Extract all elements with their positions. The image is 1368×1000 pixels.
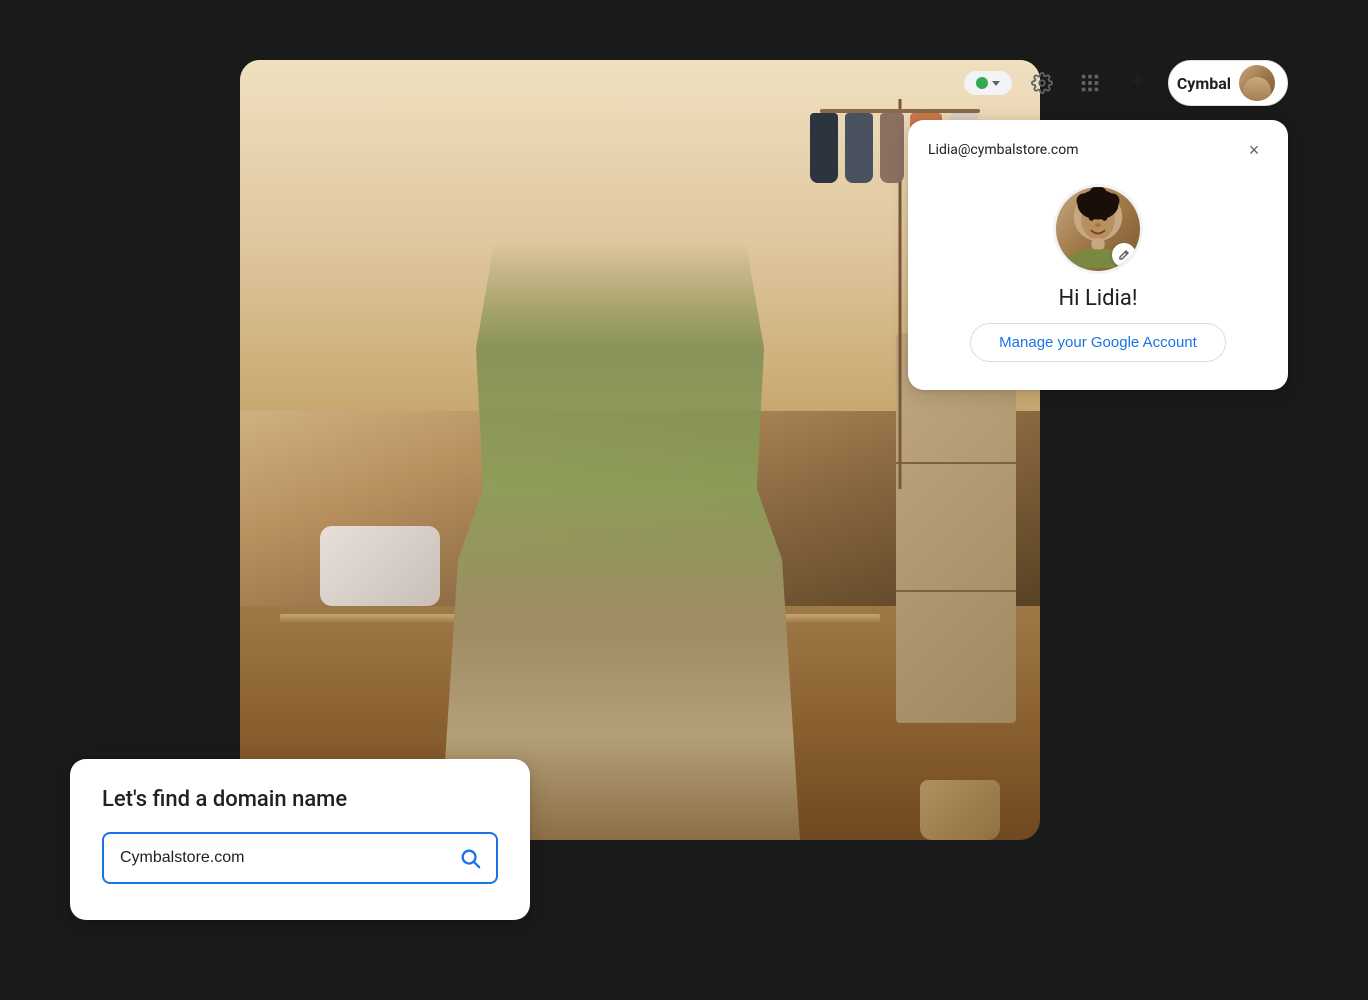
status-dot: [976, 77, 988, 89]
avatar: [1239, 65, 1275, 101]
account-badge[interactable]: Cymbal: [1168, 60, 1288, 106]
manage-account-button[interactable]: Manage your Google Account: [970, 323, 1226, 362]
shelf-line: [896, 590, 1016, 592]
person-silhouette: [440, 138, 800, 840]
domain-search-row: [102, 832, 498, 884]
grid-icon: [1079, 72, 1101, 94]
spark-icon: [1126, 71, 1150, 95]
domain-card: Let's find a domain name: [70, 759, 530, 920]
apps-button[interactable]: [1072, 65, 1108, 101]
garment: [880, 113, 904, 183]
domain-card-title: Let's find a domain name: [102, 787, 498, 812]
garment: [810, 113, 838, 183]
settings-button[interactable]: [1024, 65, 1060, 101]
sewing-machine: [320, 506, 460, 606]
ai-button[interactable]: [1120, 65, 1156, 101]
profile-greeting: Hi Lidia!: [1058, 286, 1137, 311]
profile-card: Lidia@cymbalstore.com ×: [908, 120, 1288, 390]
profile-card-body: Hi Lidia! Manage your Google Account: [908, 172, 1288, 390]
avatar-silhouette: [1243, 77, 1271, 101]
close-icon: ×: [1249, 140, 1260, 161]
basket: [920, 780, 1000, 840]
profile-card-header: Lidia@cymbalstore.com ×: [908, 120, 1288, 172]
domain-search-input[interactable]: [104, 837, 444, 879]
close-button[interactable]: ×: [1240, 136, 1268, 164]
profile-email: Lidia@cymbalstore.com: [928, 142, 1079, 158]
edit-avatar-button[interactable]: [1112, 243, 1136, 267]
pencil-icon: [1118, 249, 1130, 261]
domain-search-button[interactable]: [444, 834, 496, 882]
machine-body: [320, 526, 440, 606]
chevron-down-icon: [992, 81, 1000, 86]
profile-avatar-large: [1053, 184, 1143, 274]
gear-icon: [1031, 72, 1053, 94]
topbar: Cymbal: [964, 60, 1288, 106]
search-icon: [459, 847, 481, 869]
garment: [845, 113, 873, 183]
status-button[interactable]: [964, 71, 1012, 95]
cymbal-logo-text: Cymbal: [1177, 74, 1231, 93]
